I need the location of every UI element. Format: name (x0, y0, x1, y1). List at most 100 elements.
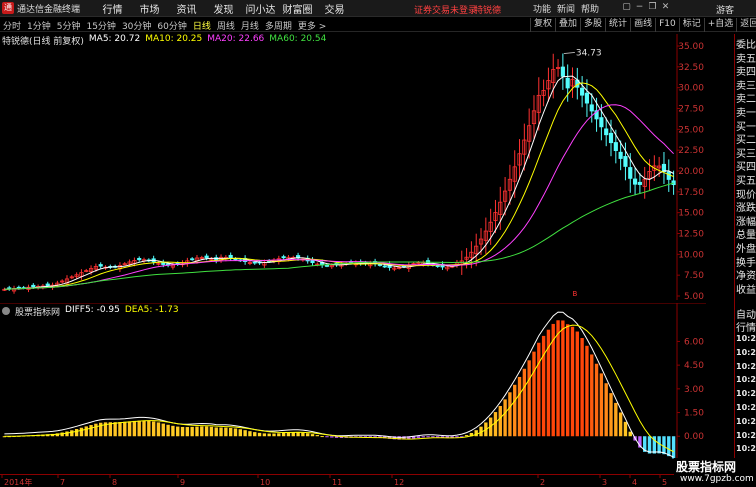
candle-body (190, 258, 195, 261)
macd-bar (209, 426, 214, 437)
macd-bar (262, 433, 267, 437)
y-tick-label: 32.50 (678, 63, 704, 73)
trade-flag: B (572, 290, 577, 298)
candle-body (45, 283, 50, 286)
macd-bar (253, 432, 257, 437)
macd-bar (238, 429, 242, 437)
indicator-name[interactable]: 股票指标网 (15, 305, 60, 318)
function-button[interactable]: 功能 (530, 2, 554, 15)
main-menu: 行情 市场 资讯 发现 问小达 财富圈 交易 (94, 1, 353, 16)
macd-bar (123, 421, 127, 437)
period-tab-weekly[interactable]: 周线 (217, 19, 235, 32)
y-tick-label: 1.50 (684, 409, 704, 419)
menu-item-wealth[interactable]: 财富圈 (279, 1, 316, 16)
trade-time: 10:26 (736, 334, 756, 343)
indicator-settings-icon[interactable] (2, 307, 10, 315)
adjust-button[interactable]: 复权 (530, 18, 555, 32)
macd-bar (272, 433, 276, 437)
add-watchlist-button[interactable]: +自选 (703, 18, 737, 32)
candle-body (671, 180, 676, 186)
trade-header: 行情 (736, 323, 756, 334)
macd-indicator-chart[interactable]: 6.00 4.50 3.00 1.50 0.00 (0, 303, 706, 474)
macd-bar (570, 326, 575, 437)
x-tick-label: 8 (112, 478, 117, 487)
macd-bar (204, 426, 209, 437)
menu-item-news[interactable]: 资讯 (168, 1, 205, 16)
stats-button[interactable]: 统计 (605, 18, 630, 32)
candle-body (608, 132, 614, 144)
macd-bar (291, 432, 295, 437)
macd-bar (99, 422, 103, 437)
period-tab-monthly[interactable]: 月线 (241, 19, 259, 32)
y-tick-label: 27.50 (678, 105, 704, 115)
trade-time: 10:26 (736, 444, 756, 454)
macd-bar (89, 425, 93, 437)
back-button[interactable]: 返回 (736, 18, 756, 32)
right-menu: 功能 新闻 帮助 (530, 2, 602, 15)
candle-body (666, 171, 671, 180)
period-tab-15min[interactable]: 15分钟 (86, 19, 115, 32)
period-tab-multi[interactable]: 多周期 (265, 19, 292, 32)
period-tab-1min[interactable]: 1分钟 (27, 19, 51, 32)
y-tick-label: 0.00 (684, 432, 704, 442)
watermark-title: 股票指标网 (676, 460, 737, 474)
y-tick-label: 15.00 (678, 209, 704, 219)
stock-label: 特锐德(日线 前复权) (2, 37, 84, 47)
macd-bar (671, 436, 676, 459)
ma-line (4, 82, 674, 290)
candle-body (565, 77, 570, 89)
login-warning[interactable]: 证券交易未登录 (414, 3, 477, 16)
candle-body (613, 142, 618, 151)
menu-item-ask[interactable]: 问小达 (242, 1, 279, 16)
macd-bar (84, 426, 88, 437)
menu-item-discover[interactable]: 发现 (205, 1, 242, 16)
macd-bar (214, 427, 218, 437)
macd-bar (166, 424, 170, 437)
period-tab-more[interactable]: 更多 > (298, 19, 326, 32)
period-tab-30min[interactable]: 30分钟 (122, 19, 151, 32)
candle-body (252, 261, 257, 264)
macd-bar (493, 412, 498, 437)
candle-body (580, 87, 585, 96)
f10-button[interactable]: F10 (655, 18, 679, 32)
period-tab-daily[interactable]: 日线 (193, 19, 211, 32)
ma-line (4, 104, 674, 290)
macd-bar (224, 427, 228, 437)
close-icon[interactable]: ✕ (659, 2, 672, 12)
macd-bar (330, 436, 334, 438)
macd-bar (248, 431, 252, 437)
macd-bar (118, 422, 122, 437)
menu-item-market[interactable]: 市场 (131, 1, 168, 16)
candle-body (377, 264, 383, 266)
news-button[interactable]: 新闻 (554, 2, 578, 15)
candle-body (98, 264, 103, 267)
macd-bar (421, 436, 425, 438)
macd-bar (474, 430, 478, 437)
macd-bar (416, 436, 421, 438)
macd-bar (113, 422, 117, 437)
period-tab-intraday[interactable]: 分时 (3, 19, 21, 32)
mark-button[interactable]: 标记 (678, 18, 704, 32)
draw-line-button[interactable]: 画线 (630, 18, 655, 32)
candle-body (618, 151, 623, 159)
candlestick-chart[interactable]: 35.00 32.50 30.00 27.50 25.00 22.50 20.00 17.50… (0, 34, 706, 300)
macd-bar (65, 431, 69, 437)
trade-time: 10:26 (736, 389, 756, 399)
maximize-icon[interactable]: ❐ (646, 2, 659, 12)
period-tab-60min[interactable]: 60分钟 (157, 19, 186, 32)
overlay-button[interactable]: 叠加 (555, 18, 580, 32)
guest-label[interactable]: 游客 (716, 3, 734, 16)
y-tick-label: 30.00 (678, 84, 704, 94)
macd-bar (200, 426, 204, 437)
multi-stock-button[interactable]: 多股 (580, 18, 605, 32)
y-tick-label: 10.00 (678, 250, 704, 260)
menu-item-quotes[interactable]: 行情 (94, 1, 131, 16)
macd-bar (667, 436, 671, 457)
sub-chart-legend: 股票指标网 DIFF5: -0.95 DEA5: -1.73 (2, 305, 179, 318)
trade-time: 10:26 (736, 403, 756, 412)
period-tab-5min[interactable]: 5分钟 (57, 19, 81, 32)
minimize-icon[interactable]: − (633, 2, 646, 12)
help-button[interactable]: 帮助 (578, 2, 602, 15)
restore-icon[interactable]: ▢ (620, 2, 633, 12)
menu-item-trade[interactable]: 交易 (316, 1, 353, 16)
